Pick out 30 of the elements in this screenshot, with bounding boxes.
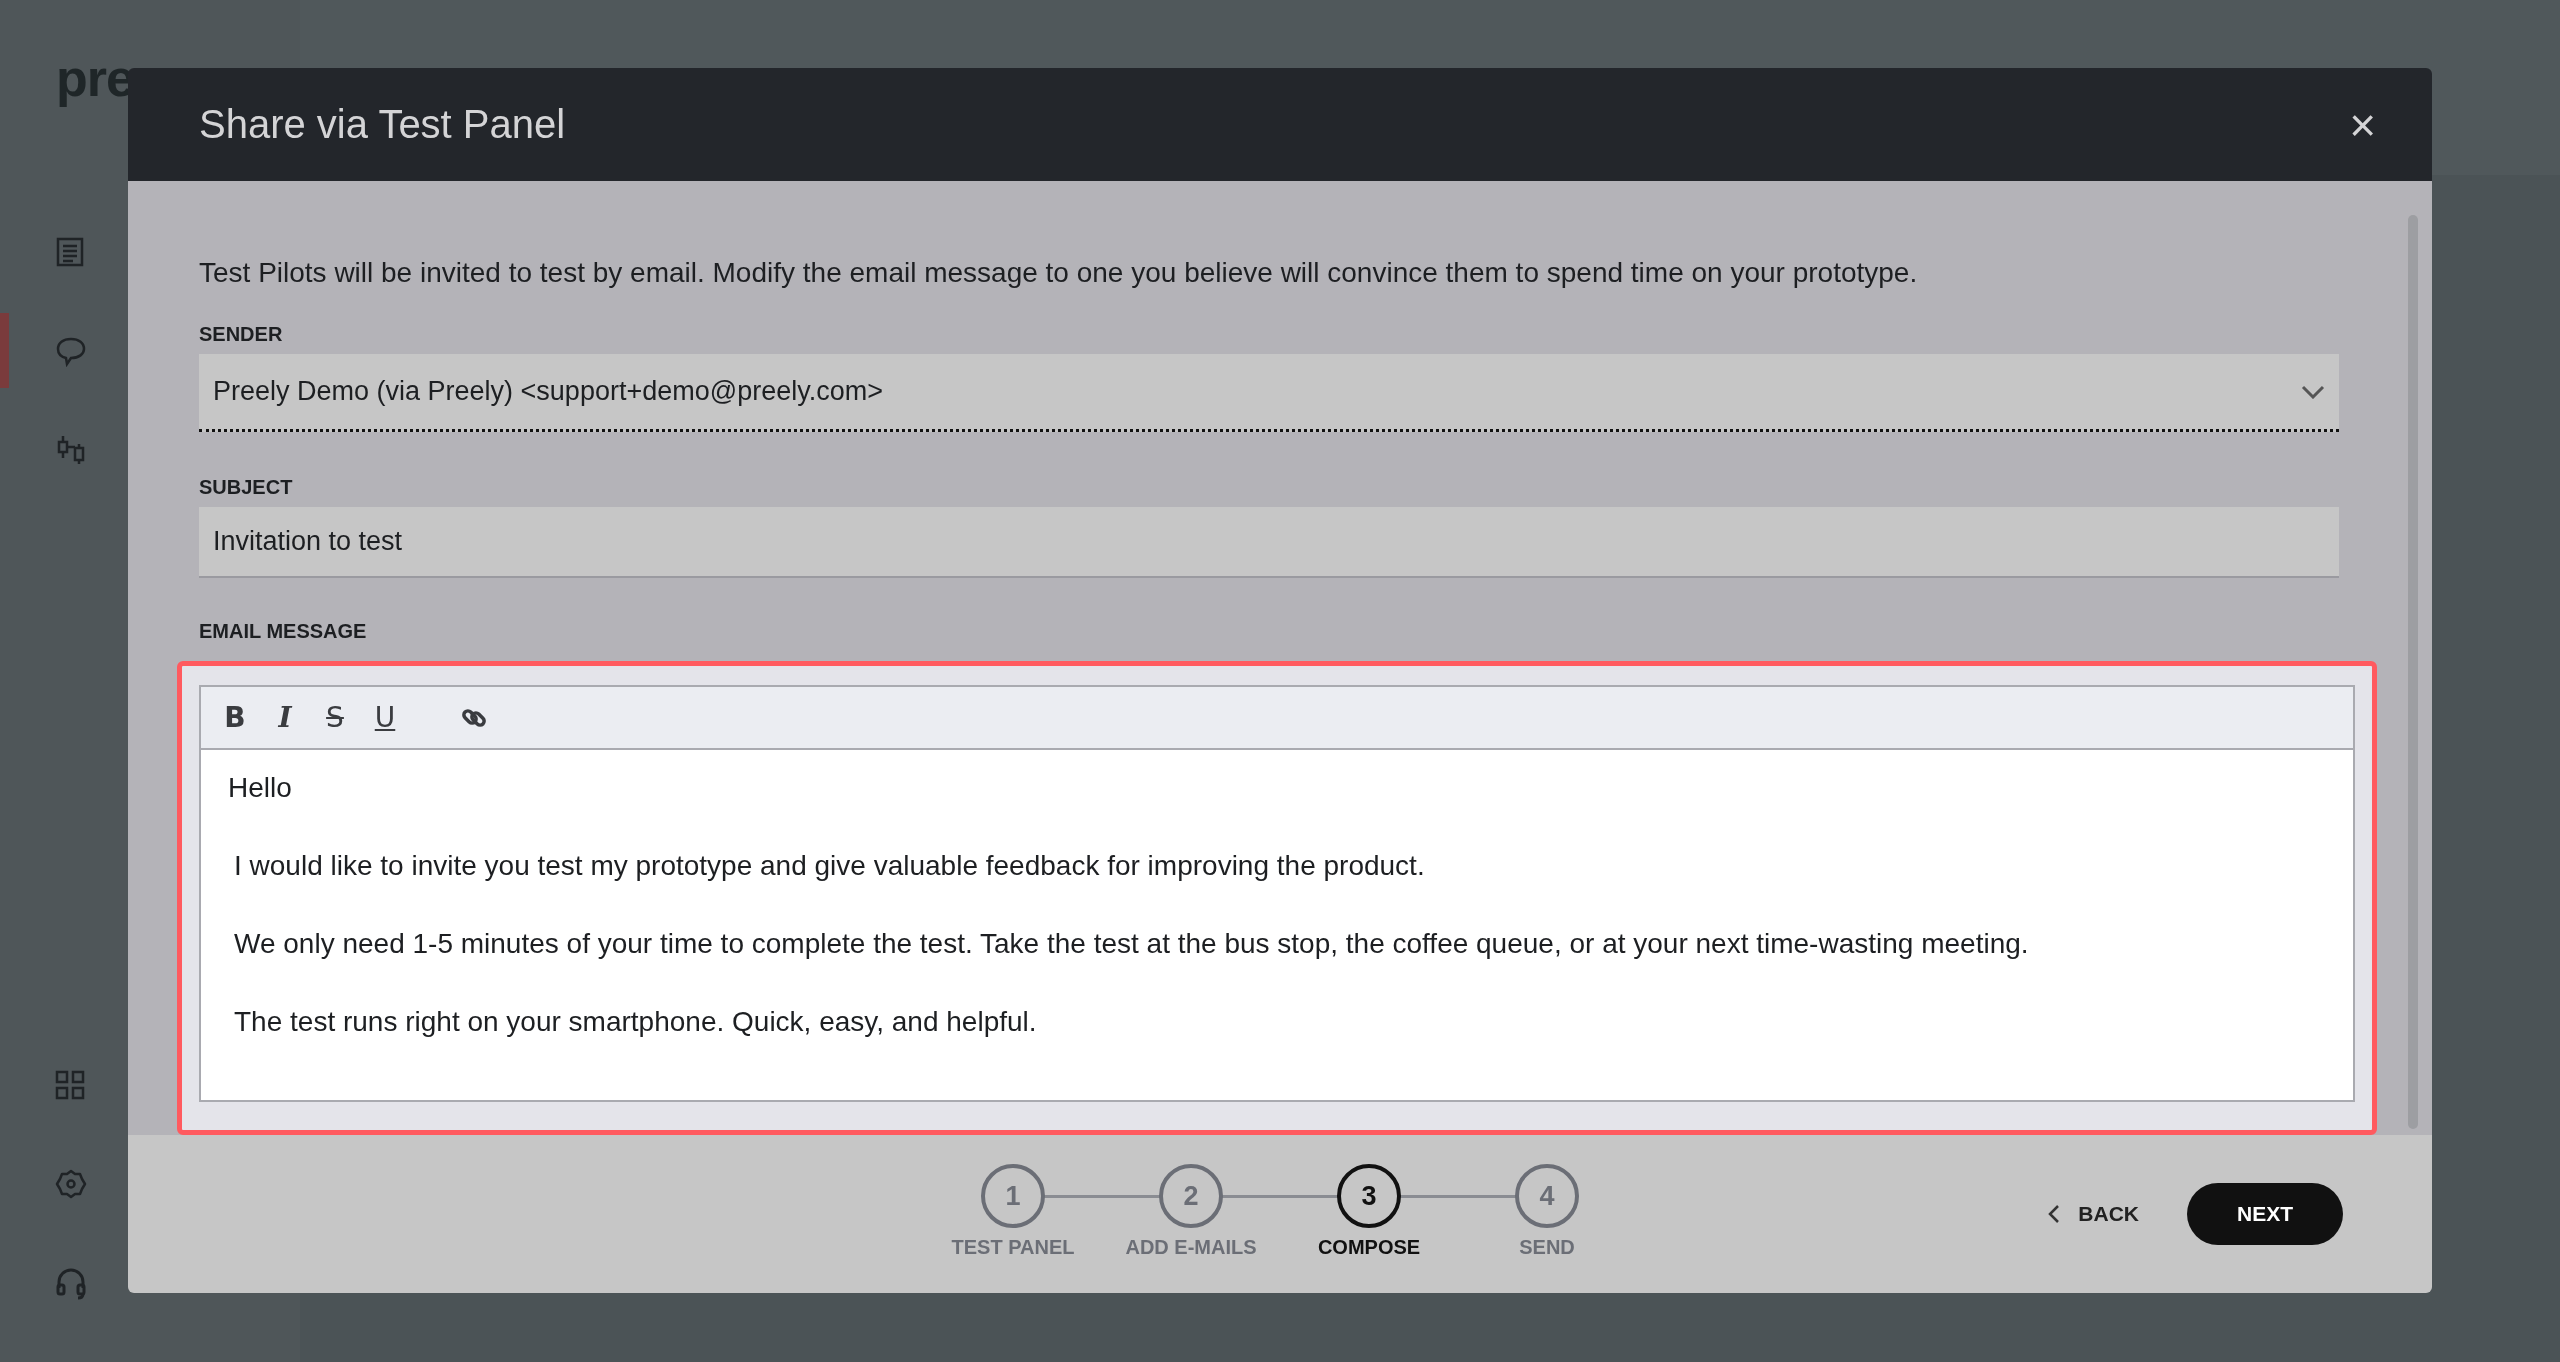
- message-paragraph: I would like to invite you test my prototype and give valuable feedback for improving the product.: [233, 850, 1426, 882]
- message-editor[interactable]: [201, 750, 2353, 1100]
- intro-text: Test Pilots will be invited to test by email. Modify the email message to one you believe will convince them to spend time on your prototype.: [199, 257, 1919, 289]
- back-button[interactable]: BACK: [2048, 1202, 2139, 1226]
- field-label: SENDER: [199, 323, 284, 346]
- sliders-icon[interactable]: [55, 433, 87, 466]
- step-label: TEST PANEL: [951, 1236, 1075, 1259]
- step-label: SEND: [1519, 1236, 1575, 1259]
- message-paragraph: Hello: [228, 772, 293, 804]
- italic-button[interactable]: I: [271, 701, 299, 734]
- subject-field[interactable]: Invitation to test: [199, 507, 2339, 578]
- step-circle[interactable]: 3: [1337, 1164, 1401, 1228]
- next-button[interactable]: NEXT: [2187, 1183, 2343, 1245]
- step-label: ADD E-MAILS: [1125, 1236, 1257, 1259]
- step-label: COMPOSE: [1317, 1236, 1421, 1259]
- field-label: EMAIL MESSAGE: [199, 620, 368, 643]
- underline-button[interactable]: U: [371, 701, 399, 734]
- sender-select[interactable]: Preely Demo (via Preely) <support+demo@preely.com>: [199, 354, 2339, 433]
- field-label: SUBJECT: [199, 476, 294, 500]
- chevron-left-icon: [2048, 1204, 2061, 1224]
- document-icon[interactable]: [55, 235, 85, 268]
- message-paragraph: We only need 1-5 minutes of your time to complete the test. Take the test at the bus stop, the coffee queue, or at your next time-wasting meeting.: [233, 928, 2030, 960]
- strikethrough-button[interactable]: S: [321, 701, 349, 734]
- settings-icon[interactable]: [55, 1167, 87, 1200]
- dialog-title: Share via Test Panel: [199, 102, 566, 147]
- message-paragraph: The test runs right on your smartphone. Quick, easy, and helpful.: [233, 1006, 1038, 1038]
- chevron-down-icon: [2301, 384, 2325, 399]
- grid-icon[interactable]: [55, 1069, 85, 1100]
- close-button[interactable]: ×: [2349, 101, 2376, 148]
- bold-button[interactable]: B: [221, 701, 249, 734]
